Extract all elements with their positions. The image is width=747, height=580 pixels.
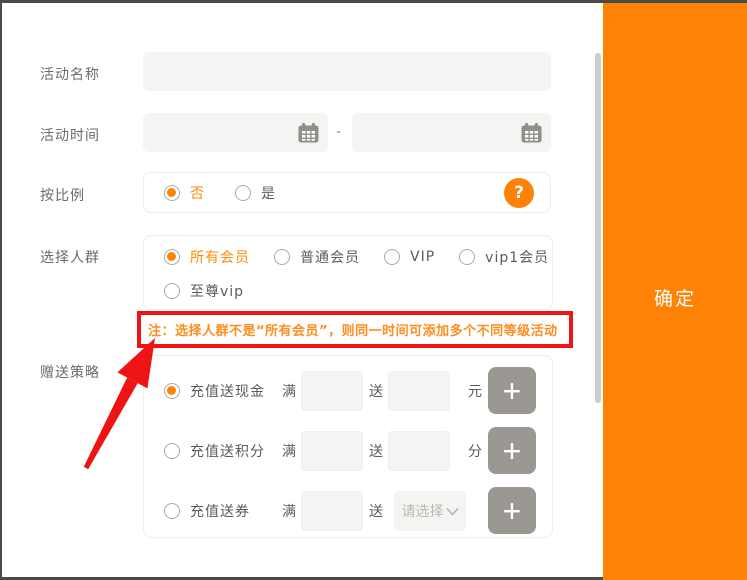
strategy-name: 充值送现金 bbox=[190, 381, 278, 401]
radio-unselected-icon[interactable] bbox=[164, 503, 180, 519]
add-rule-button[interactable]: + bbox=[488, 487, 536, 534]
threshold-prefix: 满 bbox=[282, 501, 297, 521]
coupon-select[interactable]: 请选择 bbox=[394, 491, 466, 531]
threshold-prefix: 满 bbox=[282, 381, 297, 401]
calendar-icon bbox=[298, 123, 319, 143]
gift-prefix: 送 bbox=[369, 501, 384, 521]
strategy-row-coupon: 充值送券 满 送 请选择 + bbox=[144, 481, 552, 541]
radio-unselected-icon bbox=[459, 249, 475, 265]
radio-unselected-icon bbox=[235, 185, 251, 201]
dialog-border-top bbox=[0, 0, 747, 3]
unit-label: 元 bbox=[468, 381, 483, 401]
radio-option-label: 普通会员 bbox=[300, 247, 360, 267]
threshold-amount-input[interactable] bbox=[301, 491, 363, 531]
strategy-row-points: 充值送积分 满 送 分 + bbox=[144, 421, 552, 481]
audience-group: 所有会员 普通会员 VIP vip1会员 至尊vip bbox=[143, 235, 553, 310]
radio-option-yes[interactable]: 是 bbox=[235, 183, 276, 203]
activity-time-label: 活动时间 bbox=[40, 125, 100, 145]
radio-selected-icon[interactable] bbox=[164, 383, 180, 399]
dialog-border-left bbox=[0, 0, 2, 580]
radio-option-label: 是 bbox=[261, 183, 276, 203]
radio-option-label: vip1会员 bbox=[485, 247, 549, 267]
radio-option-label: 至尊vip bbox=[190, 281, 244, 301]
radio-unselected-icon bbox=[384, 249, 400, 265]
radio-unselected-icon bbox=[274, 249, 290, 265]
calendar-icon bbox=[521, 123, 542, 143]
recharge-activity-dialog: 活动名称 活动时间 - bbox=[0, 0, 747, 580]
strategy-group: 充值送现金 满 送 元 + 充值送积分 满 送 分 + 充值送券 bbox=[143, 355, 553, 538]
side-panel: 确定 bbox=[603, 3, 747, 580]
scrollbar-thumb[interactable] bbox=[595, 53, 601, 403]
strategy-name: 充值送积分 bbox=[190, 441, 278, 461]
radio-selected-icon bbox=[164, 185, 180, 201]
chevron-down-icon bbox=[446, 507, 459, 516]
add-rule-button[interactable]: + bbox=[488, 427, 536, 474]
activity-name-input[interactable] bbox=[143, 52, 551, 91]
radio-option-vip[interactable]: VIP bbox=[384, 249, 435, 265]
radio-selected-icon bbox=[164, 249, 180, 265]
radio-option-all-members[interactable]: 所有会员 bbox=[164, 247, 250, 267]
start-date-input[interactable] bbox=[143, 113, 328, 152]
radio-option-supreme-vip[interactable]: 至尊vip bbox=[164, 281, 244, 301]
end-date-input[interactable] bbox=[352, 113, 551, 152]
strategy-name: 充值送券 bbox=[190, 501, 278, 521]
confirm-button[interactable]: 确定 bbox=[603, 284, 747, 311]
activity-name-label: 活动名称 bbox=[40, 64, 100, 84]
gift-prefix: 送 bbox=[369, 381, 384, 401]
radio-unselected-icon[interactable] bbox=[164, 443, 180, 459]
radio-option-no[interactable]: 否 bbox=[164, 183, 205, 203]
threshold-prefix: 满 bbox=[282, 441, 297, 461]
gift-amount-input[interactable] bbox=[388, 371, 450, 411]
help-icon[interactable]: ? bbox=[504, 178, 534, 208]
radio-option-label: 所有会员 bbox=[190, 247, 250, 267]
by-ratio-group: 否 是 ? bbox=[143, 172, 551, 213]
by-ratio-label: 按比例 bbox=[40, 185, 85, 205]
radio-unselected-icon bbox=[164, 283, 180, 299]
radio-option-label: 否 bbox=[190, 183, 205, 203]
coupon-select-placeholder: 请选择 bbox=[402, 501, 444, 521]
threshold-amount-input[interactable] bbox=[301, 431, 363, 471]
note-annotation-box: 注：选择人群不是“所有会员”，则同一时间可添加多个不同等级活动 bbox=[137, 311, 573, 348]
audience-label: 选择人群 bbox=[40, 247, 100, 267]
unit-label: 分 bbox=[468, 441, 483, 461]
gift-amount-input[interactable] bbox=[388, 431, 450, 471]
date-range-separator: - bbox=[336, 124, 341, 140]
threshold-amount-input[interactable] bbox=[301, 371, 363, 411]
strategy-label: 赠送策略 bbox=[40, 362, 100, 382]
gift-prefix: 送 bbox=[369, 441, 384, 461]
radio-option-normal-members[interactable]: 普通会员 bbox=[274, 247, 360, 267]
strategy-row-cash: 充值送现金 满 送 元 + bbox=[144, 361, 552, 421]
radio-option-vip1[interactable]: vip1会员 bbox=[459, 247, 549, 267]
radio-option-label: VIP bbox=[410, 249, 435, 265]
add-rule-button[interactable]: + bbox=[488, 367, 536, 414]
note-text: 注：选择人群不是“所有会员”，则同一时间可添加多个不同等级活动 bbox=[141, 320, 558, 339]
